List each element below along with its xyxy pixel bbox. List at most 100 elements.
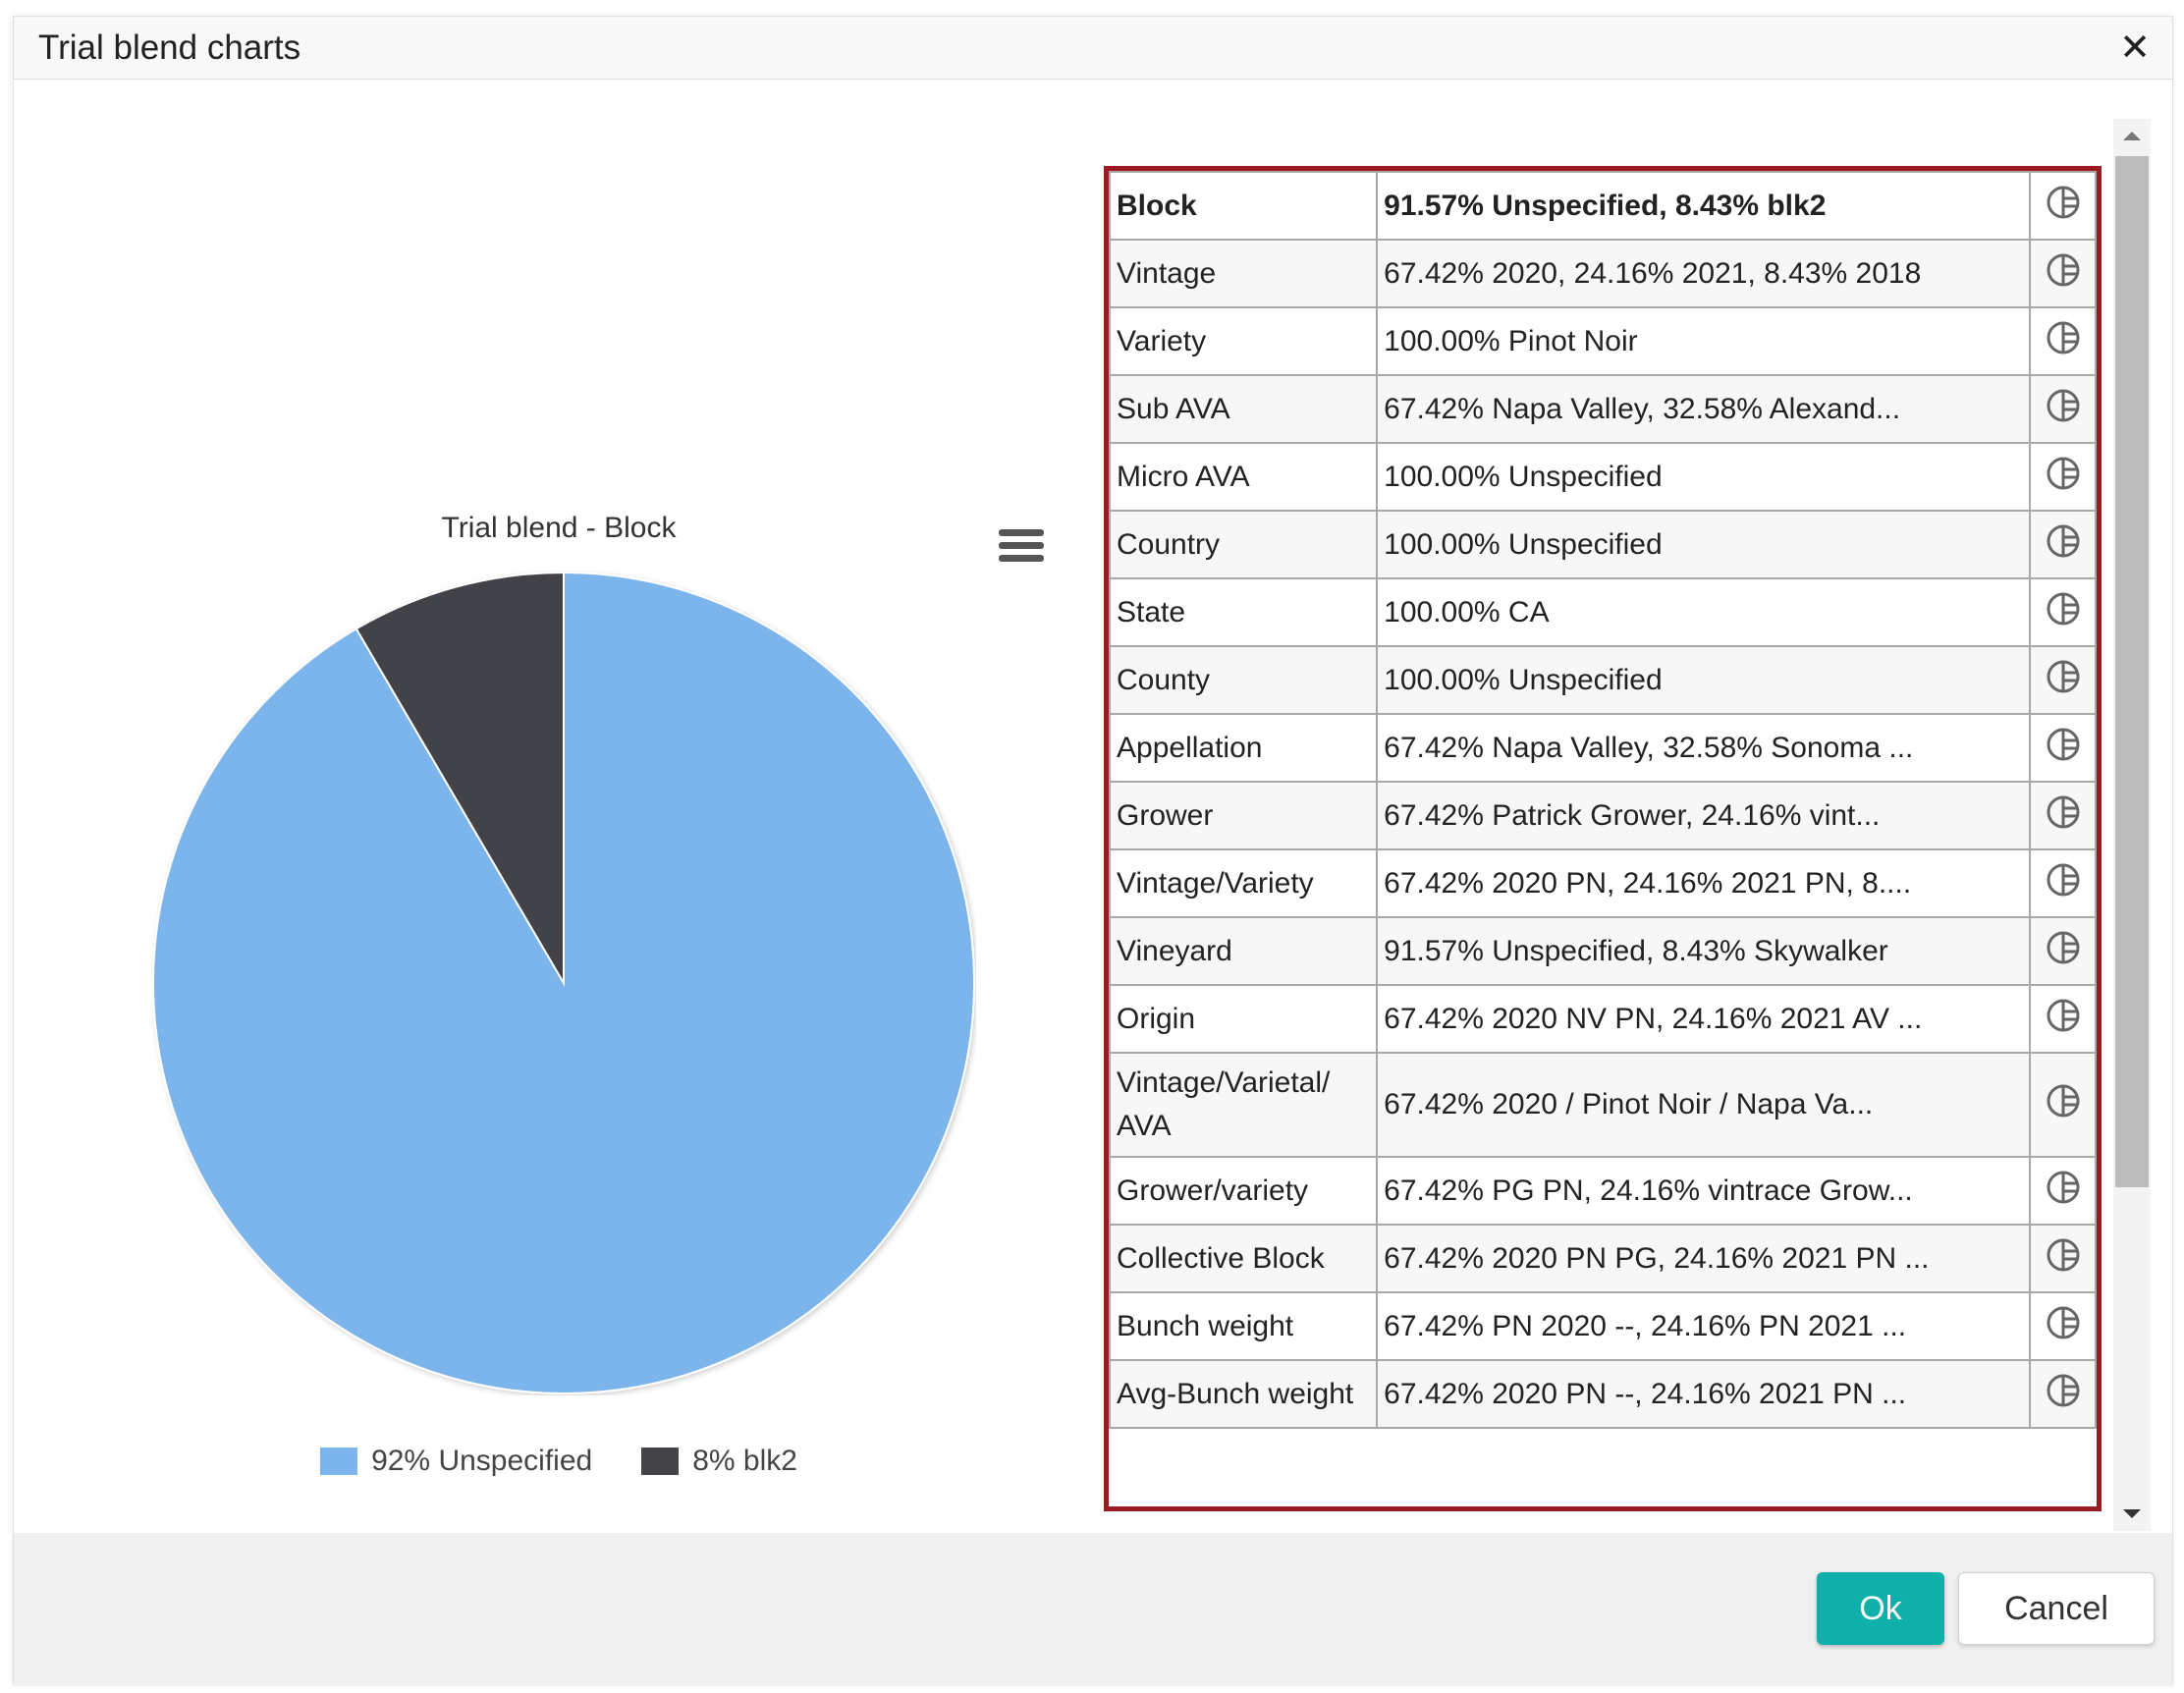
cancel-button[interactable]: Cancel — [1958, 1572, 2155, 1645]
row-value: 91.57% Unspecified, 8.43% Skywalker — [1376, 916, 2032, 986]
row-chart-button[interactable] — [2029, 442, 2097, 512]
table-row: Vintage/Varietal/ AVA 67.42% 2020 / Pinot… — [1109, 1052, 2097, 1158]
row-chart-button[interactable] — [2029, 239, 2097, 308]
row-label: Sub AVA — [1109, 374, 1379, 444]
row-chart-button[interactable] — [2029, 916, 2097, 986]
chart-menu-icon[interactable] — [999, 529, 1044, 569]
table-row: Origin 67.42% 2020 NV PN, 24.16% 2021 AV … — [1109, 984, 2097, 1054]
row-label: Bunch weight — [1109, 1291, 1379, 1361]
row-chart-button[interactable] — [2029, 645, 2097, 715]
legend-label-blk2: 8% blk2 — [692, 1445, 797, 1477]
row-label: Vintage — [1109, 239, 1379, 308]
pie-chart-icon — [2044, 589, 2083, 636]
table-row: Bunch weight 67.42% PN 2020 --, 24.16% PN… — [1109, 1291, 2097, 1361]
ok-button[interactable]: Ok — [1817, 1572, 1944, 1645]
row-chart-button[interactable] — [2029, 577, 2097, 647]
trial-blend-dialog: Trial blend charts ✕ Trial blend - Block… — [13, 16, 2173, 1686]
row-value: 67.42% Patrick Grower, 24.16% vint... — [1376, 781, 2032, 850]
table-scrollbar[interactable] — [2113, 119, 2151, 1531]
row-value: 67.42% Napa Valley, 32.58% Alexand... — [1376, 374, 2032, 444]
row-value: 100.00% Unspecified — [1376, 510, 2032, 579]
legend-item-unspecified[interactable]: 92% Unspecified — [320, 1445, 592, 1478]
row-chart-button[interactable] — [2029, 1052, 2097, 1158]
row-value: 67.42% PN 2020 --, 24.16% PN 2021 ... — [1376, 1291, 2032, 1361]
row-value: 67.42% Napa Valley, 32.58% Sonoma ... — [1376, 713, 2032, 783]
row-chart-button[interactable] — [2029, 1224, 2097, 1293]
table-row: Block 91.57% Unspecified, 8.43% blk2 — [1109, 171, 2097, 241]
legend-item-blk2[interactable]: 8% blk2 — [641, 1445, 797, 1478]
table-row: Grower/variety 67.42% PG PN, 24.16% vintr… — [1109, 1156, 2097, 1226]
table-row: Vintage 67.42% 2020, 24.16% 2021, 8.43% 2… — [1109, 239, 2097, 308]
row-label: County — [1109, 645, 1379, 715]
scroll-up-icon[interactable] — [2113, 119, 2151, 154]
pie-chart-icon — [2044, 386, 2083, 433]
chart-title: Trial blend - Block — [441, 512, 677, 544]
close-icon[interactable]: ✕ — [2111, 25, 2158, 72]
row-chart-button[interactable] — [2029, 510, 2097, 579]
row-value: 100.00% Unspecified — [1376, 442, 2032, 512]
pie-chart-icon — [2044, 454, 2083, 501]
pie-chart-icon — [2044, 928, 2083, 975]
row-chart-button[interactable] — [2029, 713, 2097, 783]
pie-chart — [152, 571, 975, 1394]
table-row: State 100.00% CA — [1109, 577, 2097, 647]
table-row: Country 100.00% Unspecified — [1109, 510, 2097, 579]
row-value: 100.00% Pinot Noir — [1376, 306, 2032, 376]
row-chart-button[interactable] — [2029, 984, 2097, 1054]
pie-chart-icon — [2044, 1235, 2083, 1283]
dialog-title: Trial blend charts — [38, 28, 301, 67]
row-label: Vintage/Variety — [1109, 848, 1379, 918]
row-value: 91.57% Unspecified, 8.43% blk2 — [1376, 171, 2032, 241]
row-label: Grower — [1109, 781, 1379, 850]
pie-chart-icon — [2044, 1081, 2083, 1128]
scroll-down-icon[interactable] — [2113, 1496, 2151, 1531]
pie-chart-icon — [2044, 250, 2083, 298]
pie-chart-icon — [2044, 996, 2083, 1043]
pie-chart-icon — [2044, 183, 2083, 230]
row-chart-button[interactable] — [2029, 1156, 2097, 1226]
pie-chart-icon — [2044, 1303, 2083, 1350]
dialog-titlebar: Trial blend charts ✕ — [14, 17, 2172, 80]
pie-chart-icon — [2044, 657, 2083, 704]
row-label: Country — [1109, 510, 1379, 579]
table-row: County 100.00% Unspecified — [1109, 645, 2097, 715]
row-label: State — [1109, 577, 1379, 647]
legend-swatch-unspecified — [320, 1447, 358, 1475]
row-label: Vintage/Varietal/ AVA — [1109, 1052, 1379, 1158]
row-chart-button[interactable] — [2029, 848, 2097, 918]
scroll-thumb[interactable] — [2115, 156, 2149, 1187]
row-label: Vineyard — [1109, 916, 1379, 986]
row-label: Grower/variety — [1109, 1156, 1379, 1226]
row-chart-button[interactable] — [2029, 171, 2097, 241]
row-label: Collective Block — [1109, 1224, 1379, 1293]
row-chart-button[interactable] — [2029, 781, 2097, 850]
blend-table: Block 91.57% Unspecified, 8.43% blk2 Vinta… — [1109, 171, 2097, 1429]
row-chart-button[interactable] — [2029, 306, 2097, 376]
table-row: Vineyard 91.57% Unspecified, 8.43% Skywal… — [1109, 916, 2097, 986]
pie-chart-icon — [2044, 1168, 2083, 1215]
chart-area: Trial blend - Block 92% Unspecified 8% b… — [14, 80, 1094, 1533]
table-row: Avg-Bunch weight 67.42% 2020 PN --, 24.16… — [1109, 1359, 2097, 1429]
row-label: Block — [1109, 171, 1379, 241]
row-label: Appellation — [1109, 713, 1379, 783]
table-row: Appellation 67.42% Napa Valley, 32.58% So… — [1109, 713, 2097, 783]
pie-chart-icon — [2044, 1371, 2083, 1418]
blend-table-container: Block 91.57% Unspecified, 8.43% blk2 Vinta… — [1104, 166, 2102, 1511]
table-row: Vintage/Variety 67.42% 2020 PN, 24.16% 20… — [1109, 848, 2097, 918]
row-label: Micro AVA — [1109, 442, 1379, 512]
row-chart-button[interactable] — [2029, 1359, 2097, 1429]
row-value: 67.42% 2020 PN, 24.16% 2021 PN, 8.... — [1376, 848, 2032, 918]
row-chart-button[interactable] — [2029, 1291, 2097, 1361]
row-value: 100.00% Unspecified — [1376, 645, 2032, 715]
legend-swatch-blk2 — [641, 1447, 680, 1475]
row-label: Avg-Bunch weight — [1109, 1359, 1379, 1429]
row-chart-button[interactable] — [2029, 374, 2097, 444]
row-value: 67.42% 2020 / Pinot Noir / Napa Va... — [1376, 1052, 2032, 1158]
pie-chart-icon — [2044, 860, 2083, 907]
row-label: Origin — [1109, 984, 1379, 1054]
legend-label-unspecified: 92% Unspecified — [371, 1445, 593, 1477]
table-row: Collective Block 67.42% 2020 PN PG, 24.16… — [1109, 1224, 2097, 1293]
row-value: 100.00% CA — [1376, 577, 2032, 647]
row-value: 67.42% 2020 NV PN, 24.16% 2021 AV ... — [1376, 984, 2032, 1054]
row-value: 67.42% PG PN, 24.16% vintrace Grow... — [1376, 1156, 2032, 1226]
